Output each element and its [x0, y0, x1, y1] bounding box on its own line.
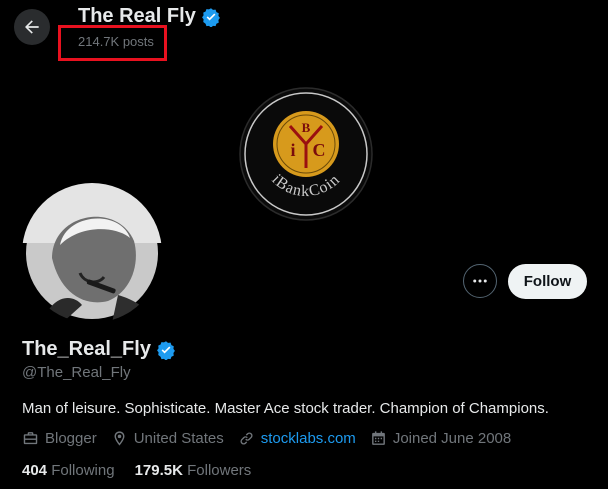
profile-meta-row: Blogger United States stocklabs.com Join…	[22, 430, 511, 447]
category-text: Blogger	[45, 430, 97, 447]
svg-text:C: C	[313, 140, 326, 160]
link-icon	[240, 432, 253, 445]
profile-handle: @The_Real_Fly	[22, 364, 131, 381]
ibankcoin-logo: B i C iBankCoin	[239, 87, 373, 221]
followers-label: Followers	[187, 462, 252, 479]
followers-stat[interactable]: 179.5K Followers	[135, 462, 252, 479]
avatar-photo	[22, 183, 162, 323]
website-link[interactable]: stocklabs.com	[261, 430, 356, 447]
verified-badge-icon	[201, 7, 220, 27]
svg-text:B: B	[302, 120, 311, 135]
follow-stats-row: 404 Following 179.5K Followers	[22, 462, 251, 479]
following-stat[interactable]: 404 Following	[22, 462, 115, 479]
profile-bio: Man of leisure. Sophisticate. Master Ace…	[22, 400, 549, 417]
back-button[interactable]	[14, 9, 50, 45]
display-name-text: The_Real_Fly	[22, 338, 151, 360]
more-options-button[interactable]	[463, 264, 497, 298]
verified-badge-icon[interactable]	[156, 340, 176, 360]
svg-text:i: i	[290, 140, 295, 160]
briefcase-icon	[23, 432, 38, 445]
location-pin-icon	[114, 431, 125, 446]
website-item[interactable]: stocklabs.com	[238, 430, 356, 447]
followers-count: 179.5K	[134, 462, 183, 479]
profile-avatar[interactable]	[22, 183, 162, 323]
category-item: Blogger	[22, 430, 97, 447]
calendar-icon	[371, 431, 385, 445]
profile-display-name: The_Real_Fly	[22, 338, 176, 361]
joined-text: Joined June 2008	[392, 430, 512, 447]
highlight-annotation-box	[58, 25, 167, 61]
more-horizontal-icon	[473, 279, 487, 283]
follow-button[interactable]: Follow	[508, 264, 587, 299]
following-count: 404	[22, 462, 48, 479]
following-label: Following	[51, 462, 115, 479]
arrow-left-icon	[25, 20, 39, 34]
location-text: United States	[133, 430, 224, 447]
location-item: United States	[111, 430, 224, 447]
joined-item: Joined June 2008	[370, 430, 511, 447]
